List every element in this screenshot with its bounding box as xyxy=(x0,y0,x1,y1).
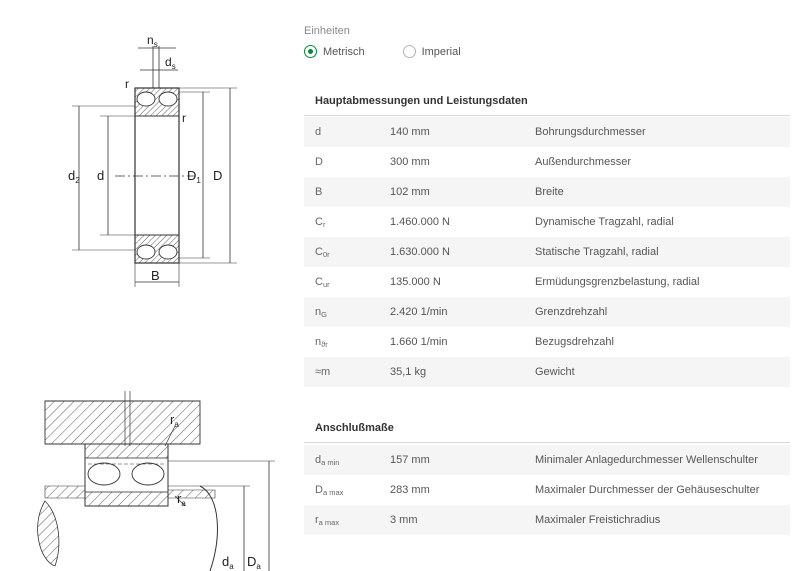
row-symbol: C0r xyxy=(315,245,330,259)
row-description: Grenzdrehzahl xyxy=(535,306,608,318)
table-row: da min 157 mm Minimaler Anlagedurchmesser … xyxy=(304,445,790,475)
row-description: Minimaler Anlagedurchmesser Wellenschult… xyxy=(535,454,758,466)
row-symbol: Cr xyxy=(315,215,326,229)
main-dimensions-title: Hauptabmessungen und Leistungsdaten xyxy=(304,86,790,116)
row-description: Breite xyxy=(535,186,564,198)
table-row: Da max 283 mm Maximaler Durchmesser der Ge… xyxy=(304,475,790,505)
row-description: Statische Tragzahl, radial xyxy=(535,246,659,258)
radio-metric-label[interactable]: Metrisch xyxy=(323,46,365,58)
row-value: 157 mm xyxy=(390,454,430,466)
row-description: Ermüdungsgrenzbelastung, radial xyxy=(535,276,700,288)
row-description: Maximaler Durchmesser der Gehäuseschulte… xyxy=(535,484,760,496)
row-value: 102 mm xyxy=(390,186,430,198)
row-symbol: B xyxy=(315,186,323,198)
table-row: ra max 3 mm Maximaler Freistichradius xyxy=(304,505,790,535)
units-radio-group: Metrisch Imperial xyxy=(304,45,461,58)
table-row: nϑr 1.660 1/min Bezugsdrehzahl xyxy=(304,327,790,357)
row-value: 300 mm xyxy=(390,156,430,168)
table-row: C0r 1.630.000 N Statische Tragzahl, radial xyxy=(304,237,790,267)
label-d2: d2 xyxy=(68,168,80,185)
row-symbol: d xyxy=(315,126,322,138)
row-symbol: Da max xyxy=(315,483,344,497)
main-dimensions-table: d 140 mm Bohrungsdurchmesser D 300 mm Außendu… xyxy=(304,117,790,387)
row-value: 1.660 1/min xyxy=(390,336,448,348)
row-value: 140 mm xyxy=(390,126,430,138)
row-value: 1.460.000 N xyxy=(390,216,450,228)
row-symbol: da min xyxy=(315,453,340,467)
table-row: d 140 mm Bohrungsdurchmesser xyxy=(304,117,790,147)
label-r-left: r xyxy=(125,77,129,91)
table-row: Cr 1.460.000 N Dynamische Tragzahl, radial xyxy=(304,207,790,237)
units-heading: Einheiten xyxy=(304,25,350,37)
table-row: ≈m 35,1 kg Gewicht xyxy=(304,357,790,387)
abutment-title: Anschlußmaße xyxy=(304,413,790,443)
label-B: B xyxy=(151,268,160,283)
row-symbol: ≈m xyxy=(315,366,331,378)
row-symbol: nG xyxy=(315,305,327,319)
table-row: nG 2.420 1/min Grenzdrehzahl xyxy=(304,297,790,327)
row-symbol: ra max xyxy=(315,513,340,527)
radio-metric[interactable] xyxy=(304,45,317,58)
data-panel: Einheiten Metrisch Imperial Hauptabmessu… xyxy=(304,0,800,571)
label-Da: Da xyxy=(247,554,261,571)
label-da: da xyxy=(222,554,234,571)
bearing-dimension-drawing: ns ds r r d2 d D1 D B xyxy=(68,33,237,287)
row-description: Außendurchmesser xyxy=(535,156,631,168)
row-value: 35,1 kg xyxy=(390,366,427,378)
label-d: d xyxy=(97,168,104,183)
row-value: 3 mm xyxy=(390,514,418,526)
row-symbol: Cur xyxy=(315,275,330,289)
label-D1: D1 xyxy=(187,168,201,185)
row-value: 135.000 N xyxy=(390,276,441,288)
table-row: B 102 mm Breite xyxy=(304,177,790,207)
abutment-dimension-drawing: ra ra da Da xyxy=(37,391,275,571)
abutment-table: da min 157 mm Minimaler Anlagedurchmesser … xyxy=(304,445,790,535)
label-ds: ds xyxy=(165,55,176,71)
label-r-right: r xyxy=(182,111,186,125)
radio-imperial[interactable] xyxy=(402,45,416,58)
row-description: Bezugsdrehzahl xyxy=(535,336,614,348)
row-description: Dynamische Tragzahl, radial xyxy=(535,216,674,228)
drawings-panel: ns ds r r d2 d D1 D B ra ra da Da xyxy=(0,0,300,571)
row-description: Maximaler Freistichradius xyxy=(535,514,661,526)
row-description: Bohrungsdurchmesser xyxy=(535,126,646,138)
row-value: 2.420 1/min xyxy=(390,306,448,318)
row-value: 1.630.000 N xyxy=(390,246,450,258)
label-D: D xyxy=(213,168,222,183)
row-symbol: D xyxy=(315,156,323,168)
table-row: D 300 mm Außendurchmesser xyxy=(304,147,790,177)
label-ns: ns xyxy=(147,33,158,49)
row-symbol: nϑr xyxy=(315,335,328,349)
row-description: Gewicht xyxy=(535,366,575,378)
radio-imperial-label[interactable]: Imperial xyxy=(422,46,461,58)
row-value: 283 mm xyxy=(390,484,430,496)
table-row: Cur 135.000 N Ermüdungsgrenzbelastung, rad… xyxy=(304,267,790,297)
